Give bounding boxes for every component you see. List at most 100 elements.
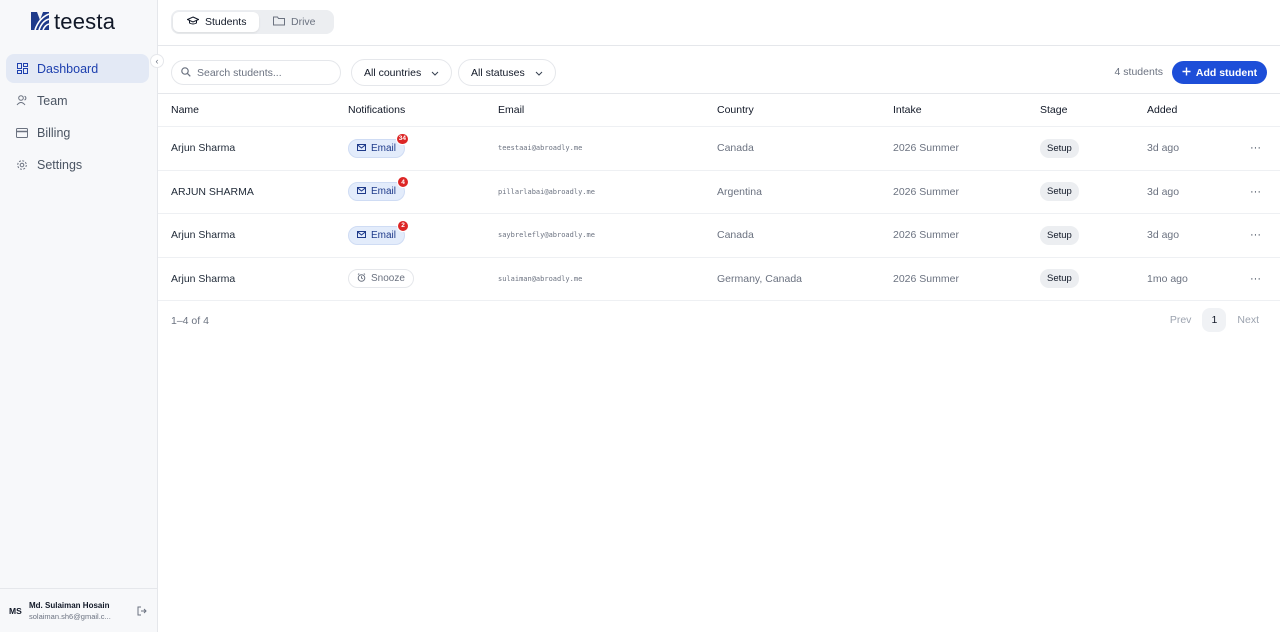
user-meta: Md. Sulaiman Hosain solaiman.sh6@gmail.c…	[29, 601, 125, 621]
stage-cell: Setup	[1040, 171, 1079, 214]
tab-label: Students	[205, 16, 247, 28]
stage-cell: Setup	[1040, 127, 1079, 170]
sidebar-item-label: Team	[37, 93, 68, 108]
sidebar-item-dashboard[interactable]: Dashboard	[6, 54, 149, 83]
country-filter[interactable]: All countries	[351, 59, 453, 86]
student-email: pillarlabai@abroadly.me	[498, 187, 595, 196]
alarm-clock-icon	[357, 272, 366, 285]
notification-label: Email	[371, 142, 397, 154]
tab-switcher: Students Drive	[171, 10, 334, 34]
notification-label: Email	[371, 229, 397, 241]
notification-label: Email	[371, 186, 397, 198]
search-icon	[181, 65, 191, 80]
student-intake: 2026 Summer	[893, 272, 959, 285]
more-actions-icon[interactable]: ···	[1250, 171, 1261, 214]
pagination-range: 1–4 of 4	[171, 315, 209, 327]
avatar: MS	[9, 605, 22, 616]
table-row[interactable]: Arjun Sharma Email 2 saybrelefly@abroadl…	[158, 214, 1280, 258]
toolbar: All countries All statuses 4 students Ad…	[158, 46, 1280, 94]
settings-icon	[16, 159, 28, 171]
header-country[interactable]: Country	[717, 94, 754, 126]
notification-label: Snooze	[371, 273, 405, 285]
folder-icon	[273, 16, 285, 29]
stage-cell: Setup	[1040, 258, 1079, 301]
student-name[interactable]: Arjun Sharma	[171, 127, 235, 170]
email-notification-pill[interactable]: Email 2	[348, 219, 410, 245]
country-filter-value: All countries	[364, 66, 422, 79]
more-actions-icon[interactable]: ···	[1250, 258, 1261, 301]
student-intake: 2026 Summer	[893, 229, 959, 242]
sidebar-item-team[interactable]: Team	[6, 86, 149, 115]
collapse-sidebar-button[interactable]: ‹	[150, 54, 164, 68]
pagination: Prev 1 Next	[1161, 308, 1268, 332]
more-actions-icon[interactable]: ···	[1250, 214, 1261, 257]
notification-cell: Email 4	[348, 171, 410, 214]
header-notifications[interactable]: Notifications	[348, 94, 405, 126]
student-count: 4 students	[1114, 66, 1163, 78]
notification-cell: Email 34	[348, 127, 410, 170]
status-filter[interactable]: All statuses	[458, 59, 556, 86]
user-email: solaiman.sh6@gmail.c...	[29, 611, 111, 621]
dashboard-icon	[16, 63, 28, 75]
page-button-current[interactable]: 1	[1202, 308, 1227, 332]
add-student-button[interactable]: Add student	[1172, 61, 1267, 84]
student-country: Canada	[717, 142, 754, 155]
student-added: 3d ago	[1147, 185, 1180, 198]
billing-icon	[16, 127, 28, 139]
stage-badge: Setup	[1040, 225, 1079, 245]
logo[interactable]: teesta	[30, 9, 115, 35]
search-box[interactable]	[171, 60, 341, 85]
search-input[interactable]	[197, 66, 337, 79]
table-row[interactable]: Arjun Sharma Email 34 teestaai@abroadly.…	[158, 127, 1280, 171]
table-row[interactable]: ARJUN SHARMA Email 4 pillarlabai@abroadl…	[158, 171, 1280, 214]
student-name[interactable]: Arjun Sharma	[171, 258, 235, 301]
graduation-cap-icon	[186, 15, 200, 29]
app-name: teesta	[54, 9, 116, 34]
student-country: Germany, Canada	[717, 272, 803, 285]
topbar: Students Drive	[158, 0, 1280, 46]
tab-label: Drive	[291, 16, 316, 28]
student-intake: 2026 Summer	[893, 142, 959, 155]
logout-icon[interactable]	[136, 605, 148, 617]
header-name[interactable]: Name	[171, 94, 199, 126]
student-name[interactable]: ARJUN SHARMA	[171, 171, 254, 214]
notification-count-badge: 2	[397, 219, 410, 232]
email-notification-pill[interactable]: Email 4	[348, 176, 410, 202]
student-country: Argentina	[717, 185, 762, 198]
sidebar-item-billing[interactable]: Billing	[6, 118, 149, 147]
header-intake[interactable]: Intake	[893, 94, 922, 126]
tab-drive[interactable]: Drive	[259, 12, 330, 32]
next-button[interactable]: Next	[1228, 308, 1268, 332]
user-name: Md. Sulaiman Hosain	[29, 600, 110, 610]
email-notification-pill[interactable]: Email 34	[348, 132, 410, 158]
student-country: Canada	[717, 229, 754, 242]
user-profile[interactable]: MS Md. Sulaiman Hosain solaiman.sh6@gmai…	[0, 588, 157, 632]
header-stage[interactable]: Stage	[1040, 94, 1067, 126]
sidebar-nav: Dashboard Team Billing Settings	[6, 54, 149, 182]
tab-students[interactable]: Students	[173, 12, 259, 32]
student-email: teestaai@abroadly.me	[498, 144, 583, 153]
notification-count-badge: 34	[395, 132, 410, 145]
student-added: 3d ago	[1147, 142, 1180, 155]
students-table: Name Notifications Email Country Intake …	[158, 94, 1280, 301]
chevron-left-icon: ‹	[155, 56, 159, 66]
table-header: Name Notifications Email Country Intake …	[158, 94, 1280, 127]
more-actions-icon[interactable]: ···	[1250, 127, 1261, 170]
table-row[interactable]: Arjun Sharma Snooze sulaiman@abroadly.me…	[158, 258, 1280, 301]
header-added[interactable]: Added	[1147, 94, 1177, 126]
sidebar-item-settings[interactable]: Settings	[6, 150, 149, 179]
chevron-down-icon	[535, 67, 543, 79]
stage-badge: Setup	[1040, 269, 1079, 289]
mail-icon	[357, 230, 366, 241]
status-filter-value: All statuses	[471, 66, 525, 79]
plus-icon	[1182, 67, 1191, 79]
student-name[interactable]: Arjun Sharma	[171, 214, 235, 257]
team-icon	[16, 95, 28, 107]
prev-button[interactable]: Prev	[1161, 308, 1201, 332]
header-email[interactable]: Email	[498, 94, 524, 126]
snooze-notification-pill[interactable]: Snooze	[348, 269, 414, 289]
sidebar-item-label: Settings	[37, 157, 83, 172]
table-footer: 1–4 of 4 Prev 1 Next	[158, 308, 1280, 334]
stage-badge: Setup	[1040, 138, 1079, 158]
notification-cell: Snooze	[348, 258, 414, 301]
